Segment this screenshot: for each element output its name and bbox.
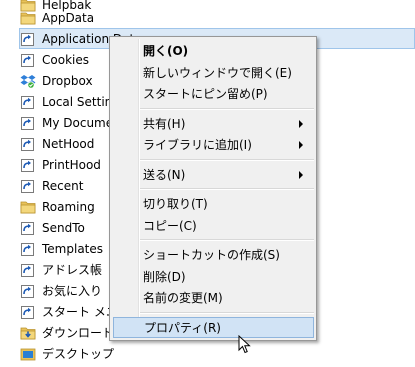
menu-item-label: プロパティ(R) xyxy=(144,320,221,335)
menu-item[interactable]: 開く(O) xyxy=(113,40,313,61)
menu-item-label: 共有(H) xyxy=(143,116,186,131)
menu-item-label: 新しいウィンドウで開く(E) xyxy=(143,65,292,80)
shortcut-icon xyxy=(20,220,36,236)
menu-item[interactable]: 新しいウィンドウで開く(E) xyxy=(113,62,313,83)
file-item[interactable]: デスクトップ xyxy=(20,343,415,364)
file-name: ダウンロード xyxy=(42,326,115,340)
menu-item-label: 開く(O) xyxy=(143,44,189,58)
shortcut-icon xyxy=(20,304,36,320)
menu-item[interactable]: 共有(H) xyxy=(113,113,313,134)
menu-separator xyxy=(140,239,314,241)
file-item[interactable]: AppData xyxy=(20,7,415,28)
download-folder-icon xyxy=(20,325,36,341)
file-name: Dropbox xyxy=(42,73,93,88)
shortcut-icon xyxy=(20,31,36,47)
shortcut-icon xyxy=(20,115,36,131)
file-name: お気に入り xyxy=(42,284,103,298)
menu-item-label: ライブラリに追加(I) xyxy=(143,138,252,152)
file-name: AppData xyxy=(42,10,95,25)
menu-item-label: コピー(C) xyxy=(143,218,197,233)
menu-separator xyxy=(140,311,314,314)
shortcut-icon xyxy=(20,178,36,194)
menu-item-label: 切り取り(T) xyxy=(143,197,208,211)
file-name: Recent xyxy=(42,178,84,193)
shortcut-icon xyxy=(20,94,36,110)
menu-item-label: ショートカットの作成(S) xyxy=(143,248,280,262)
menu-separator xyxy=(140,107,314,110)
file-name: NetHood xyxy=(42,136,95,151)
menu-item[interactable]: 名前の変更(M) xyxy=(113,287,313,308)
shortcut-icon xyxy=(20,52,36,68)
menu-item[interactable]: スタートにピン留め(P) xyxy=(113,83,313,104)
menu-item[interactable]: 削除(D) xyxy=(113,266,313,287)
file-name: Cookies xyxy=(42,52,89,67)
desktop-folder-icon xyxy=(20,346,36,362)
shortcut-icon xyxy=(20,262,36,278)
dropbox-icon xyxy=(20,73,36,89)
shortcut-icon xyxy=(20,241,36,257)
menu-item-label: 削除(D) xyxy=(143,269,186,284)
file-name: アドレス帳 xyxy=(42,263,103,277)
menu-item[interactable]: プロパティ(R) xyxy=(113,316,314,338)
menu-item[interactable]: ライブラリに追加(I) xyxy=(113,134,313,155)
context-menu: 開く(O) 新しいウィンドウで開く(E) スタートにピン留め(P) 共有(H) ライブラ… xyxy=(109,36,317,341)
file-name: デスクトップ xyxy=(42,347,115,361)
menu-item-label: 名前の変更(M) xyxy=(143,291,223,305)
file-name: PrintHood xyxy=(42,157,101,172)
menu-item[interactable]: 送る(N) xyxy=(113,164,313,185)
menu-item[interactable]: ショートカットの作成(S) xyxy=(113,244,313,265)
shortcut-icon xyxy=(20,136,36,152)
file-name: Templates xyxy=(42,241,104,256)
menu-item-label: スタートにピン留め(P) xyxy=(143,87,268,101)
folder-icon xyxy=(20,199,36,215)
shortcut-icon xyxy=(20,157,36,173)
folder-icon xyxy=(20,10,36,26)
menu-separator xyxy=(140,188,314,190)
shortcut-icon xyxy=(20,283,36,299)
submenu-arrow-icon xyxy=(299,119,303,128)
menu-separator xyxy=(140,158,314,161)
file-name: Roaming xyxy=(42,199,95,214)
submenu-arrow-icon xyxy=(299,170,303,179)
mouse-cursor-icon xyxy=(238,335,251,354)
menu-item[interactable]: コピー(C) xyxy=(113,215,313,236)
menu-item-label: 送る(N) xyxy=(143,167,186,182)
file-name: SendTo xyxy=(42,220,85,235)
submenu-arrow-icon xyxy=(299,141,303,149)
menu-item[interactable]: 切り取り(T) xyxy=(113,193,313,214)
